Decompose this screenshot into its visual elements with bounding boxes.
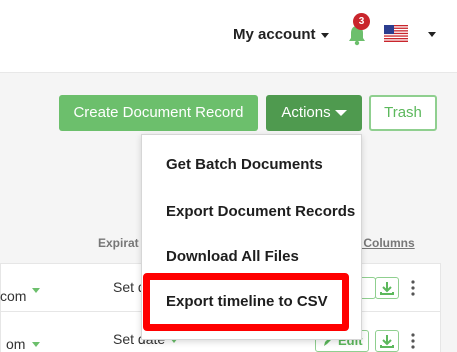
email-cell: om: [6, 336, 26, 352]
menu-item-export-document-records[interactable]: Export Document Records: [166, 203, 355, 220]
actions-label: Actions: [281, 104, 331, 121]
us-flag-icon[interactable]: [384, 25, 408, 42]
my-account-label: My account: [233, 26, 316, 43]
chevron-down-icon: [320, 32, 329, 38]
more-options-icon[interactable]: [411, 280, 415, 296]
highlight-box: [143, 273, 349, 331]
column-header-expiration[interactable]: Expirat: [98, 236, 139, 250]
notification-badge: 3: [353, 13, 370, 30]
trash-button[interactable]: Trash: [369, 95, 437, 131]
download-button[interactable]: [375, 330, 399, 352]
menu-item-get-batch-documents[interactable]: Get Batch Documents: [166, 156, 323, 173]
download-icon: [380, 282, 394, 295]
chevron-down-icon[interactable]: [32, 342, 40, 347]
download-button[interactable]: [375, 277, 399, 299]
create-document-record-button[interactable]: Create Document Record: [59, 95, 258, 131]
download-icon: [380, 335, 394, 348]
email-cell: com: [0, 288, 27, 304]
my-account-menu[interactable]: My account: [233, 26, 329, 43]
more-options-icon[interactable]: [411, 333, 415, 349]
chevron-down-icon[interactable]: [32, 288, 40, 293]
edit-columns-link[interactable]: t Columns: [356, 236, 415, 250]
top-navbar: My account 3: [0, 0, 457, 73]
caret-down-icon: [334, 110, 347, 117]
language-chevron-down-icon[interactable]: [428, 32, 436, 37]
actions-button[interactable]: Actions: [266, 95, 362, 131]
menu-item-download-all-files[interactable]: Download All Files: [166, 248, 299, 265]
